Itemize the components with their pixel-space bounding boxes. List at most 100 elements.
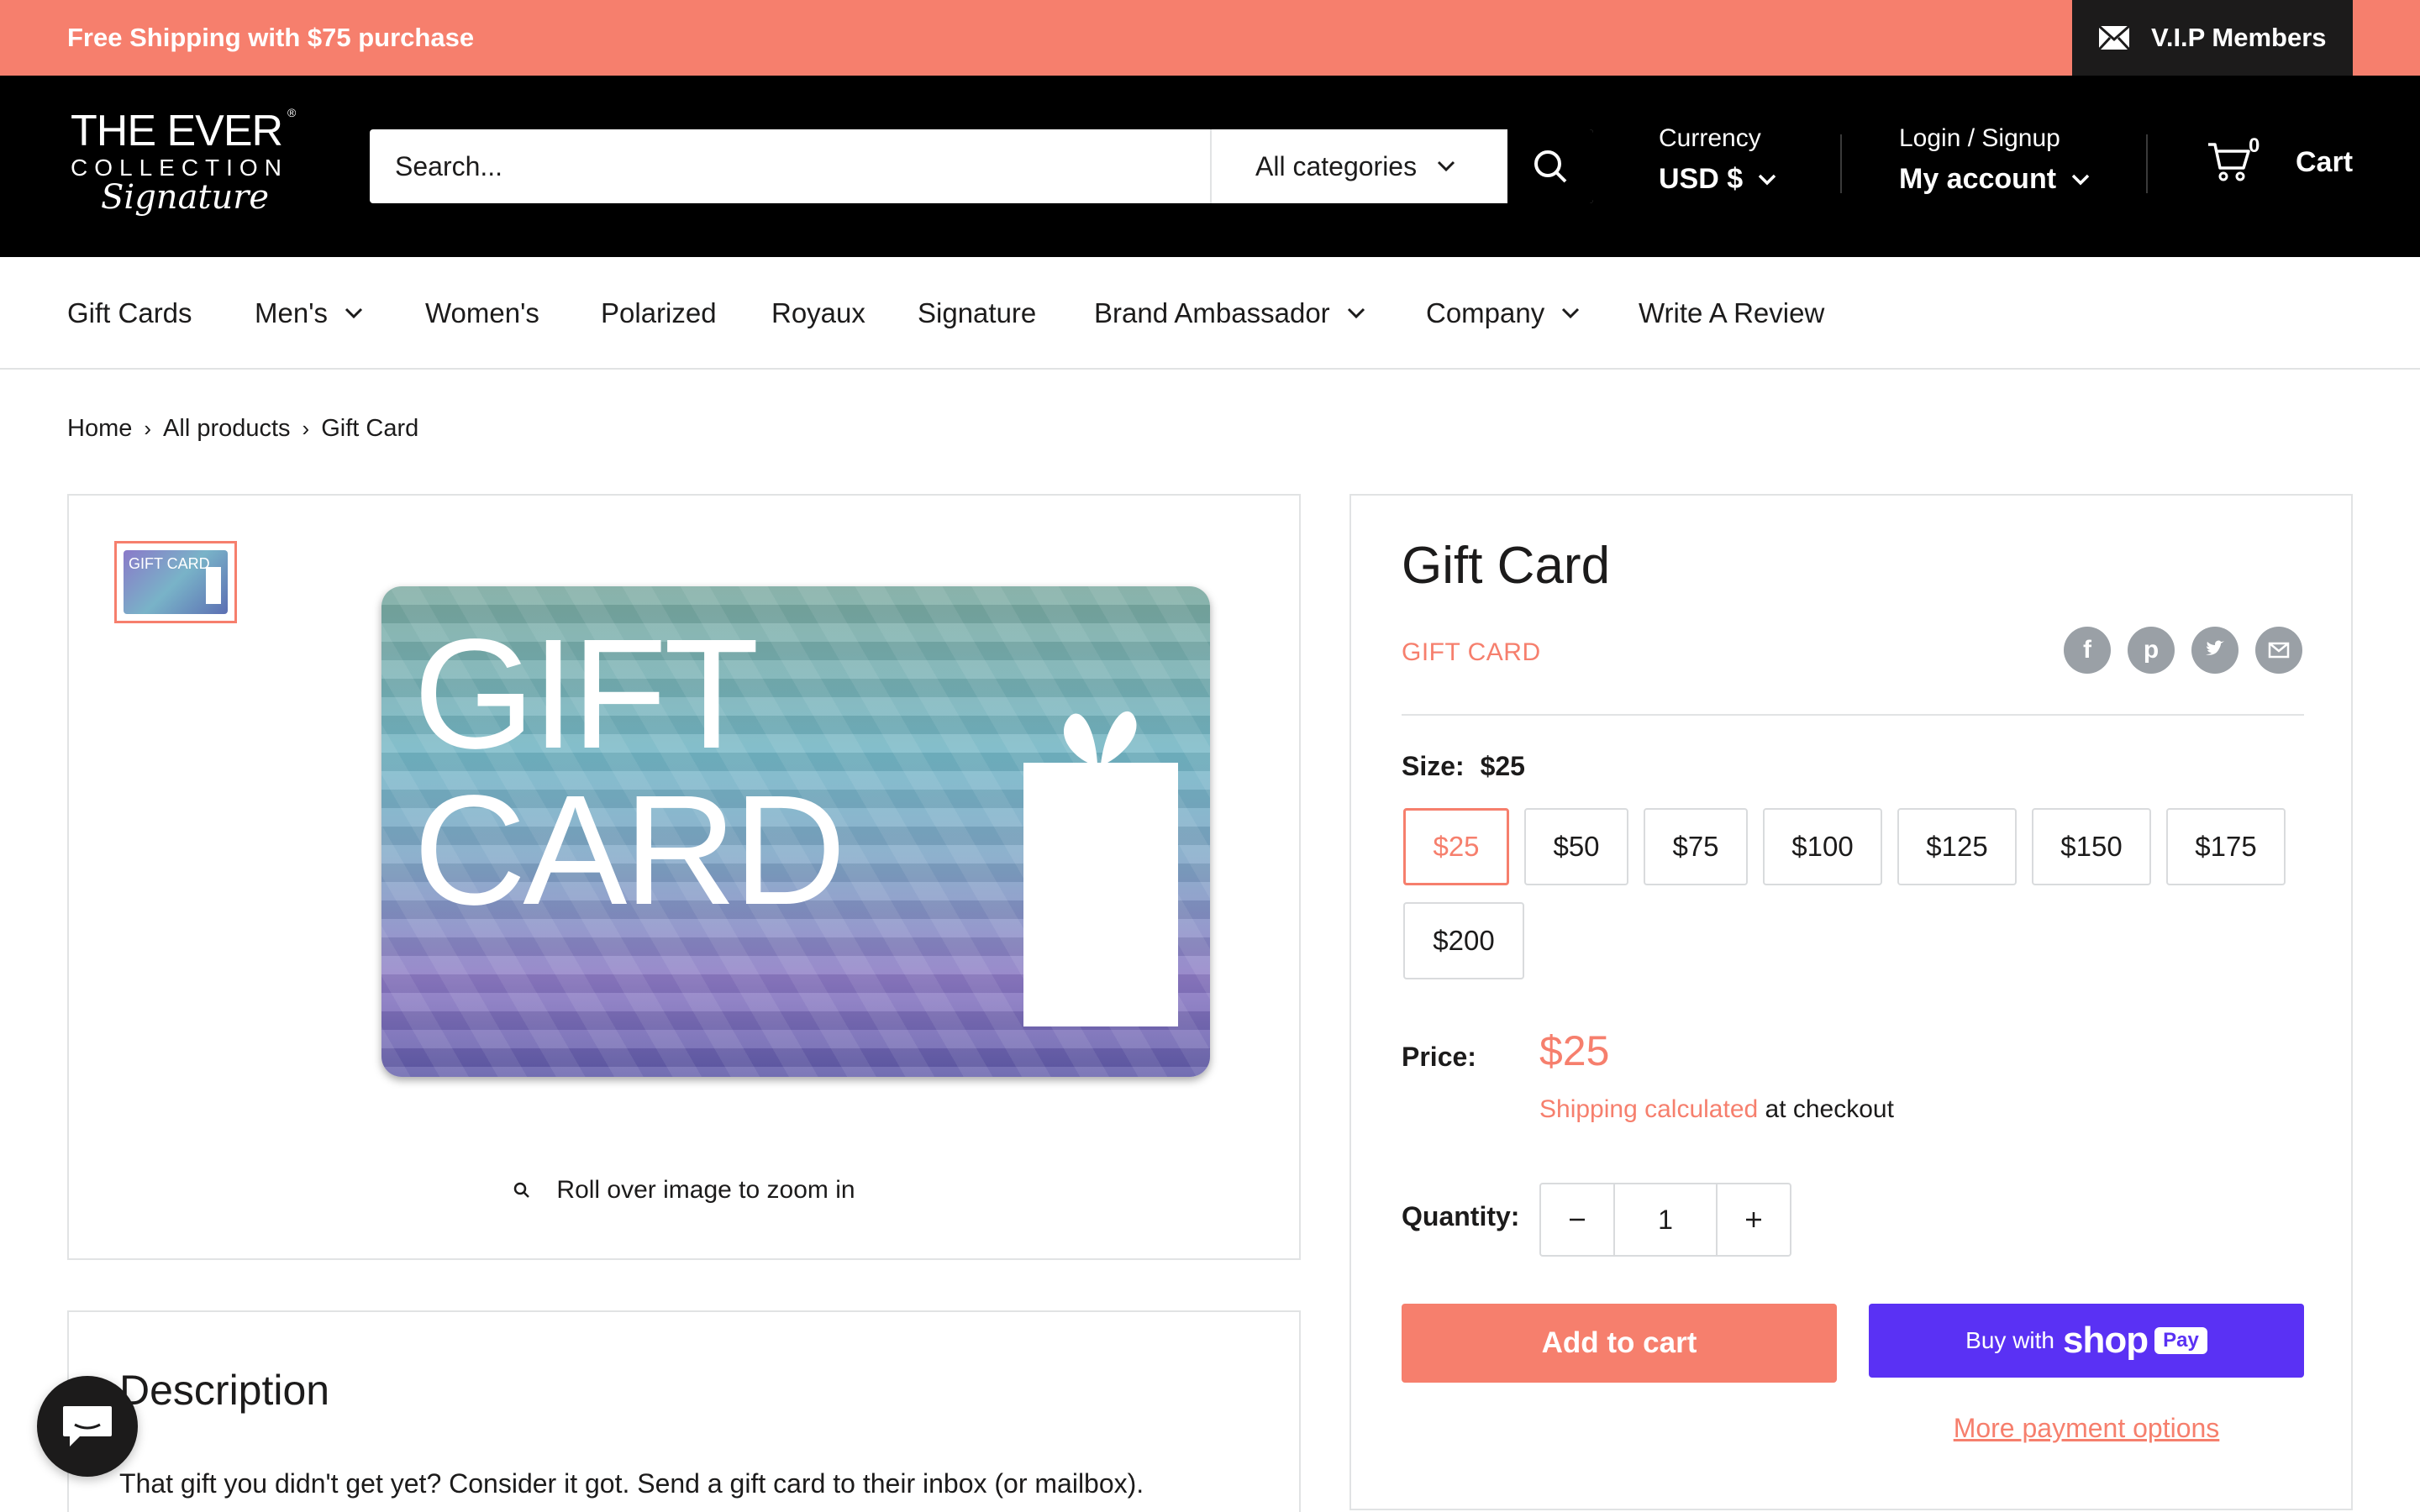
nav-item-label: Gift Cards xyxy=(67,297,192,328)
gift-card-text-line1: GIFT xyxy=(413,607,760,781)
twitter-share-button[interactable] xyxy=(2191,627,2238,674)
pinterest-icon: p xyxy=(2143,636,2160,664)
product-thumbnail[interactable]: GIFT CARD xyxy=(114,541,237,623)
chevron-down-icon xyxy=(1758,174,1776,185)
size-option-75[interactable]: $75 xyxy=(1644,808,1748,885)
vip-members-link[interactable]: V.I.P Members xyxy=(2072,0,2353,76)
announcement-bar: Free Shipping with $75 purchase V.I.P Me… xyxy=(0,0,2420,76)
thumbnail-text: GIFT CARD xyxy=(129,555,210,572)
category-select-value: All categories xyxy=(1255,150,1418,181)
breadcrumb-current: Gift Card xyxy=(321,415,419,442)
shipping-note: Shipping calculated at checkout xyxy=(1539,1095,1894,1124)
vip-members-label: V.I.P Members xyxy=(2151,23,2327,52)
account-menu[interactable]: Login / Signup My account xyxy=(1899,124,2090,196)
currency-label: Currency xyxy=(1659,124,1761,152)
nav-item-label: Company xyxy=(1426,297,1545,328)
size-option-175[interactable]: $175 xyxy=(2166,808,2286,885)
thumbnail-image: GIFT CARD xyxy=(124,550,228,614)
nav-item-gift-cards[interactable]: Gift Cards xyxy=(67,257,192,370)
email-share-button[interactable] xyxy=(2255,627,2302,674)
nav-item-royaux[interactable]: Royaux xyxy=(771,257,865,370)
currency-selector[interactable]: Currency USD $ xyxy=(1659,124,1776,196)
nav-item-brand-ambassador[interactable]: Brand Ambassador xyxy=(1094,257,1365,370)
breadcrumb-all-products[interactable]: All products xyxy=(163,415,291,443)
add-to-cart-button[interactable]: Add to cart xyxy=(1402,1304,1837,1383)
size-option-150[interactable]: $150 xyxy=(2032,808,2151,885)
nav-item-label: Brand Ambassador xyxy=(1094,297,1330,328)
divider xyxy=(1402,714,2304,716)
shop-pay-prefix: Buy with xyxy=(1965,1327,2054,1353)
chat-icon xyxy=(63,1406,112,1446)
product-price: $25 xyxy=(1539,1027,1610,1074)
chevron-down-icon xyxy=(345,307,363,319)
search-button[interactable] xyxy=(1507,129,1593,203)
nav-item-signature[interactable]: Signature xyxy=(918,257,1036,370)
quantity-decrease-button[interactable] xyxy=(1541,1184,1613,1255)
nav-item-label: Polarized xyxy=(601,297,717,328)
plus-icon xyxy=(1746,1212,1761,1227)
quantity-label: Quantity: xyxy=(1402,1201,1520,1231)
zoom-hint-text: Roll over image to zoom in xyxy=(556,1176,855,1204)
search-bar: All categories xyxy=(370,129,1593,203)
search-input[interactable] xyxy=(370,129,1210,203)
site-logo[interactable]: THE EVER ® COLLECTION Signature xyxy=(67,106,302,232)
size-option-50[interactable]: $50 xyxy=(1524,808,1628,885)
email-icon xyxy=(2268,642,2290,659)
quantity-increase-button[interactable] xyxy=(1718,1184,1790,1255)
pinterest-share-button[interactable]: p xyxy=(2128,627,2175,674)
magnifier-icon xyxy=(514,1182,530,1198)
mail-icon xyxy=(2097,24,2131,51)
nav-item-mens[interactable]: Men's xyxy=(255,257,363,370)
shipping-policy-link[interactable]: Shipping calculated xyxy=(1539,1095,1758,1123)
more-payment-options-link[interactable]: More payment options xyxy=(1869,1413,2304,1444)
nav-item-label: Men's xyxy=(255,297,328,328)
shop-pay-button[interactable]: Buy with shop Pay xyxy=(1869,1304,2304,1378)
nav-item-label: Signature xyxy=(918,297,1037,328)
product-main-image[interactable]: GIFT CARD xyxy=(381,586,1210,1077)
logo-registered-mark: ® xyxy=(287,106,297,119)
facebook-share-button[interactable]: f xyxy=(2064,627,2111,674)
breadcrumb-home[interactable]: Home xyxy=(67,415,132,443)
shipping-note-text: at checkout xyxy=(1758,1095,1894,1123)
size-option-100[interactable]: $100 xyxy=(1763,808,1882,885)
nav-item-write-a-review[interactable]: Write A Review xyxy=(1639,257,1824,370)
nav-item-womens[interactable]: Women's xyxy=(425,257,539,370)
description-title: Description xyxy=(119,1367,330,1414)
chat-widget-button[interactable] xyxy=(37,1376,138,1477)
facebook-icon: f xyxy=(2083,636,2091,664)
nav-item-company[interactable]: Company xyxy=(1426,257,1580,370)
product-vendor-link[interactable]: GIFT CARD xyxy=(1402,638,1541,667)
breadcrumb: Home › All products › Gift Card xyxy=(67,415,418,443)
breadcrumb-separator-icon: › xyxy=(302,416,310,441)
gift-box-icon xyxy=(206,567,221,604)
nav-item-label: Write A Review xyxy=(1639,297,1825,328)
size-selected-value: $25 xyxy=(1480,751,1525,781)
announcement-text: Free Shipping with $75 purchase xyxy=(67,23,475,52)
category-select[interactable]: All categories xyxy=(1210,129,1507,203)
cart-count-badge: 0 xyxy=(2249,134,2260,157)
nav-item-polarized[interactable]: Polarized xyxy=(601,257,717,370)
quantity-stepper: 1 xyxy=(1539,1183,1791,1257)
description-text: That gift you didn't get yet? Consider i… xyxy=(119,1468,1144,1499)
chevron-down-icon xyxy=(1438,160,1455,172)
cart-icon xyxy=(2208,143,2250,181)
gift-card-image-text: GIFT CARD xyxy=(413,607,846,937)
zoom-hint: Roll over image to zoom in xyxy=(69,1176,1299,1205)
cart-label: Cart xyxy=(2296,145,2354,178)
chevron-down-icon xyxy=(1562,307,1580,319)
gift-card-text-line2: CARD xyxy=(413,764,846,937)
cart-link[interactable]: 0 Cart xyxy=(2207,134,2354,183)
header-divider xyxy=(1840,134,1842,193)
shop-pay-logo: shop xyxy=(2063,1320,2149,1361)
size-option-25[interactable]: $25 xyxy=(1403,808,1509,885)
twitter-icon xyxy=(2206,640,2224,655)
chevron-down-icon xyxy=(2071,174,2090,185)
quantity-input[interactable]: 1 xyxy=(1613,1184,1718,1255)
size-option-200[interactable]: $200 xyxy=(1403,902,1524,979)
size-label: Size: $25 xyxy=(1402,751,1525,782)
shop-pay-badge: Pay xyxy=(2154,1327,2207,1354)
size-option-125[interactable]: $125 xyxy=(1897,808,2017,885)
logo-script: Signature xyxy=(101,178,270,217)
chevron-down-icon xyxy=(1347,307,1365,319)
login-signup-link[interactable]: Login / Signup xyxy=(1899,124,2090,153)
